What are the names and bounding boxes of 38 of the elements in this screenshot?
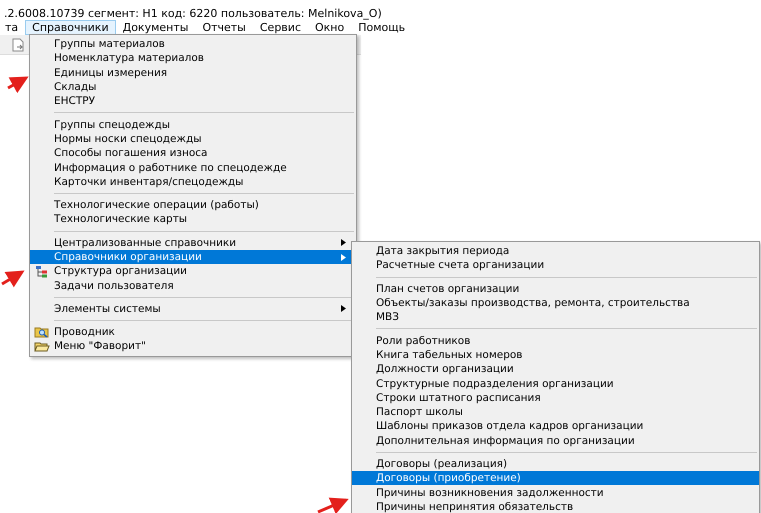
menu-bar-item[interactable]: Отчеты bbox=[195, 20, 253, 35]
menu-item[interactable]: Группы спецодежды bbox=[30, 117, 356, 132]
menu-item[interactable]: Склады bbox=[30, 80, 356, 94]
menu-bar-item[interactable]: Помощь bbox=[351, 20, 412, 35]
document-icon[interactable] bbox=[11, 38, 25, 52]
menu-item[interactable]: Договоры (приобретение) bbox=[352, 471, 759, 486]
menu-item[interactable]: Договоры (реализация) bbox=[352, 456, 759, 472]
folder-search-icon bbox=[34, 326, 50, 338]
menu-item[interactable]: Нормы носки спецодежды bbox=[30, 132, 356, 146]
menu-item[interactable]: Дополнительная информация по организации bbox=[352, 434, 759, 448]
pointer-arrow bbox=[1, 270, 25, 288]
menu-item[interactable]: Причины возникновения задолженности bbox=[352, 485, 759, 500]
pointer-arrow bbox=[7, 76, 29, 94]
menu-item[interactable]: Технологические карты bbox=[30, 212, 356, 227]
menu-item[interactable]: Шаблоны приказов отдела кадров организации bbox=[352, 419, 759, 434]
menu-item[interactable]: Должности организации bbox=[352, 362, 759, 376]
menu-bar-item[interactable]: та bbox=[0, 20, 26, 35]
folder-open-icon bbox=[34, 340, 50, 352]
menu-item[interactable]: ЕНСТРУ bbox=[30, 94, 356, 108]
menu-item[interactable]: Единицы измерения bbox=[30, 66, 356, 80]
tree-structure-icon bbox=[35, 264, 49, 278]
pointer-arrow bbox=[317, 498, 349, 513]
window-title: .2.6008.10739 сегмент: Н1 код: 6220 пользователь: Melnikova_O) bbox=[3, 6, 383, 20]
menu-item[interactable]: Технологические операции (работы) bbox=[30, 198, 356, 212]
menu-item[interactable]: Информация о работнике по спецодежде bbox=[30, 160, 356, 175]
menu-bar-item[interactable]: Окно bbox=[308, 20, 352, 35]
menu-bar-item[interactable]: Документы bbox=[116, 20, 196, 35]
menu-item[interactable]: План счетов организации bbox=[352, 282, 759, 296]
menu-item[interactable]: Причины непринятия обязательств bbox=[352, 500, 759, 513]
menu-item[interactable]: Паспорт школы bbox=[352, 404, 759, 420]
menu-item[interactable]: Строки штатного расписания bbox=[352, 390, 759, 405]
menu-item[interactable]: Номенклатура материалов bbox=[30, 51, 356, 66]
menu-bar-item[interactable]: Справочники bbox=[25, 20, 116, 35]
menu-item[interactable]: Способы погашения износа bbox=[30, 146, 356, 160]
menu-item[interactable]: Группы материалов bbox=[30, 37, 356, 52]
menu-bar-item[interactable]: Сервис bbox=[252, 20, 308, 35]
menu-item[interactable]: Структурные подразделения организации bbox=[352, 376, 759, 391]
menu-item[interactable]: Карточки инвентаря/спецодежды bbox=[30, 174, 356, 189]
